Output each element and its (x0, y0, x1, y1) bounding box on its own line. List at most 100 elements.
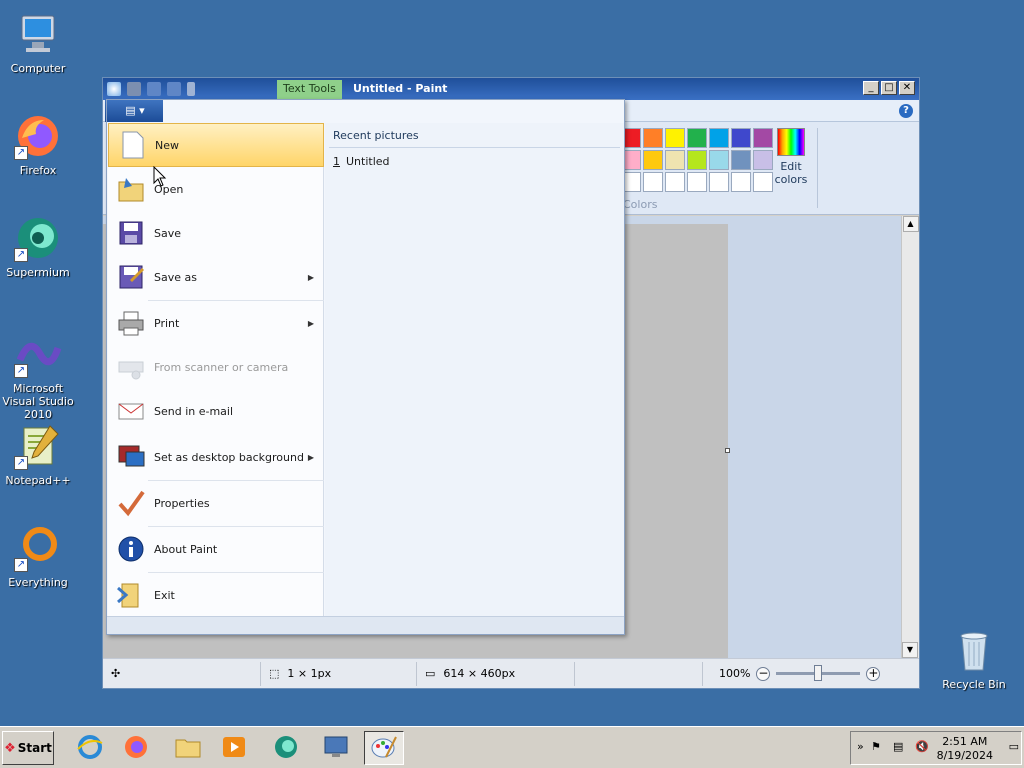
desktop-icon-recycle-bin[interactable]: Recycle Bin (936, 626, 1012, 691)
palette-color-swatch[interactable] (731, 172, 751, 192)
menu-item-print[interactable]: Print ▶ (108, 301, 324, 345)
zoom-out-button[interactable]: − (756, 666, 771, 681)
desktop-icon-everything[interactable]: ↗ Everything (0, 524, 76, 589)
desktop-icon-visual-studio[interactable]: ↗ Microsoft Visual Studio 2010 (0, 330, 76, 421)
desktop-icon-computer[interactable]: Computer (0, 10, 76, 75)
desktop-icon-label: Notepad++ (5, 474, 71, 487)
firefox-icon: ↗ (14, 112, 62, 160)
clock-time: 2:51 AM (942, 735, 988, 748)
palette-color-swatch[interactable] (687, 150, 707, 170)
taskbar-firefox-button[interactable] (116, 731, 156, 765)
palette-color-swatch[interactable] (709, 150, 729, 170)
customize-qat-icon[interactable] (187, 82, 195, 96)
visual-studio-icon: ↗ (14, 330, 62, 378)
taskbar: ❖ Start » ⚑ ▤ 🔇 2:51 AM 8/19/2024 ▭ (0, 726, 1024, 768)
tray-expand-icon[interactable]: » (857, 740, 864, 753)
network-icon[interactable]: ▤ (893, 740, 903, 753)
palette-color-swatch[interactable] (665, 128, 685, 148)
menu-item-new[interactable]: New (108, 123, 324, 167)
zoom-slider[interactable] (776, 665, 861, 681)
save-icon[interactable] (127, 82, 141, 96)
desktop-icon-firefox[interactable]: ↗ Firefox (0, 112, 76, 177)
palette-color-swatch[interactable] (643, 172, 663, 192)
recent-item-number: 1 (333, 155, 340, 168)
zoom-slider-thumb[interactable] (814, 665, 823, 681)
start-label: Start (17, 741, 52, 755)
palette-color-swatch[interactable] (643, 128, 663, 148)
color-palette (621, 128, 773, 192)
palette-color-swatch[interactable] (709, 128, 729, 148)
menu-item-about-paint[interactable]: About Paint (108, 527, 324, 571)
desktop-icon-supermium[interactable]: ↗ Supermium (0, 214, 76, 279)
taskbar-internet-explorer-button[interactable] (70, 731, 110, 765)
shortcut-arrow-icon: ↗ (14, 248, 28, 262)
window-title: Untitled - Paint (353, 82, 448, 95)
computer-icon (14, 10, 62, 58)
help-icon[interactable]: ? (899, 104, 913, 118)
menu-item-label: Print (154, 316, 180, 330)
maximize-button[interactable]: □ (881, 81, 897, 95)
action-center-flag-icon[interactable]: ⚑ (871, 740, 881, 753)
show-desktop-icon[interactable]: ▭ (1009, 740, 1019, 753)
clock[interactable]: 2:51 AM 8/19/2024 (937, 735, 993, 763)
scroll-down-icon[interactable]: ▼ (902, 642, 918, 658)
title-bar[interactable]: Text Tools Untitled - Paint _ □ ✕ (103, 78, 919, 100)
paint-app-icon (107, 82, 121, 96)
status-bar: ✣ ⬚ 1 × 1px ▭ 614 × 460px 100% − + (103, 658, 919, 688)
info-icon (116, 534, 146, 564)
desktop-icon-label: Computer (10, 62, 66, 75)
image-size-icon: ▭ (425, 667, 436, 680)
taskbar-supermium-button[interactable] (266, 731, 306, 765)
redo-icon[interactable] (167, 82, 181, 96)
start-button[interactable]: ❖ Start (2, 731, 54, 765)
recent-item-untitled[interactable]: 1 Untitled (333, 155, 390, 168)
undo-icon[interactable] (147, 82, 161, 96)
volume-muted-icon[interactable]: 🔇 (915, 740, 929, 753)
paint-menu-button-open[interactable]: ▤ ▾ (107, 100, 163, 122)
menu-item-send-in-e-mail[interactable]: Send in e-mail (108, 389, 324, 433)
palette-color-swatch[interactable] (665, 172, 685, 192)
windows-logo-icon: ❖ (4, 740, 16, 756)
minimize-button[interactable]: _ (863, 81, 879, 95)
edit-colors-button[interactable]: Edit colors (769, 126, 813, 186)
palette-color-swatch[interactable] (687, 172, 707, 192)
canvas-resize-handle[interactable] (725, 448, 730, 453)
internet-explorer-icon (76, 733, 104, 764)
menu-item-label: Properties (154, 496, 210, 510)
open-folder-icon (116, 174, 146, 204)
palette-color-swatch[interactable] (687, 128, 707, 148)
email-icon (116, 396, 146, 426)
menu-item-label: Save (154, 226, 182, 240)
selection-size: 1 × 1px (287, 667, 332, 680)
menu-item-save-as[interactable]: Save as ▶ (108, 255, 324, 299)
taskbar-remote-desktop-button[interactable] (316, 731, 356, 765)
menu-item-save[interactable]: Save (108, 211, 324, 255)
palette-color-swatch[interactable] (731, 128, 751, 148)
vertical-scrollbar[interactable]: ▲ ▼ (901, 216, 919, 658)
close-button[interactable]: ✕ (899, 81, 915, 95)
menu-item-open[interactable]: Open (108, 167, 324, 211)
palette-color-swatch[interactable] (731, 150, 751, 170)
palette-color-swatch[interactable] (665, 150, 685, 170)
zoom-segment: 100% − + (703, 662, 881, 686)
zoom-in-button[interactable]: + (866, 666, 881, 681)
menu-item-properties[interactable]: Properties (108, 481, 324, 525)
submenu-arrow-icon: ▶ (307, 272, 314, 282)
scroll-up-icon[interactable]: ▲ (902, 216, 919, 232)
recent-item-label: Untitled (346, 155, 390, 168)
text-tools-tab[interactable]: Text Tools (277, 80, 342, 100)
menu-item-exit[interactable]: Exit (108, 573, 324, 617)
taskbar-paint-button[interactable] (364, 731, 404, 765)
palette-color-swatch[interactable] (643, 150, 663, 170)
taskbar-file-explorer-button[interactable] (168, 731, 208, 765)
desktop-background-icon (116, 442, 146, 472)
menu-item-set-as-desktop-background[interactable]: Set as desktop background ▶ (108, 435, 324, 479)
taskbar-media-player-button[interactable] (214, 731, 254, 765)
supermium-icon: ↗ (14, 214, 62, 262)
palette-color-swatch[interactable] (709, 172, 729, 192)
menu-item-label: Exit (154, 588, 175, 602)
menu-item-label: Send in e-mail (154, 404, 234, 418)
remote-desktop-icon (322, 733, 350, 764)
desktop-icon-notepadpp[interactable]: ↗ Notepad++ (0, 422, 76, 487)
recycle-bin-icon (950, 626, 998, 674)
